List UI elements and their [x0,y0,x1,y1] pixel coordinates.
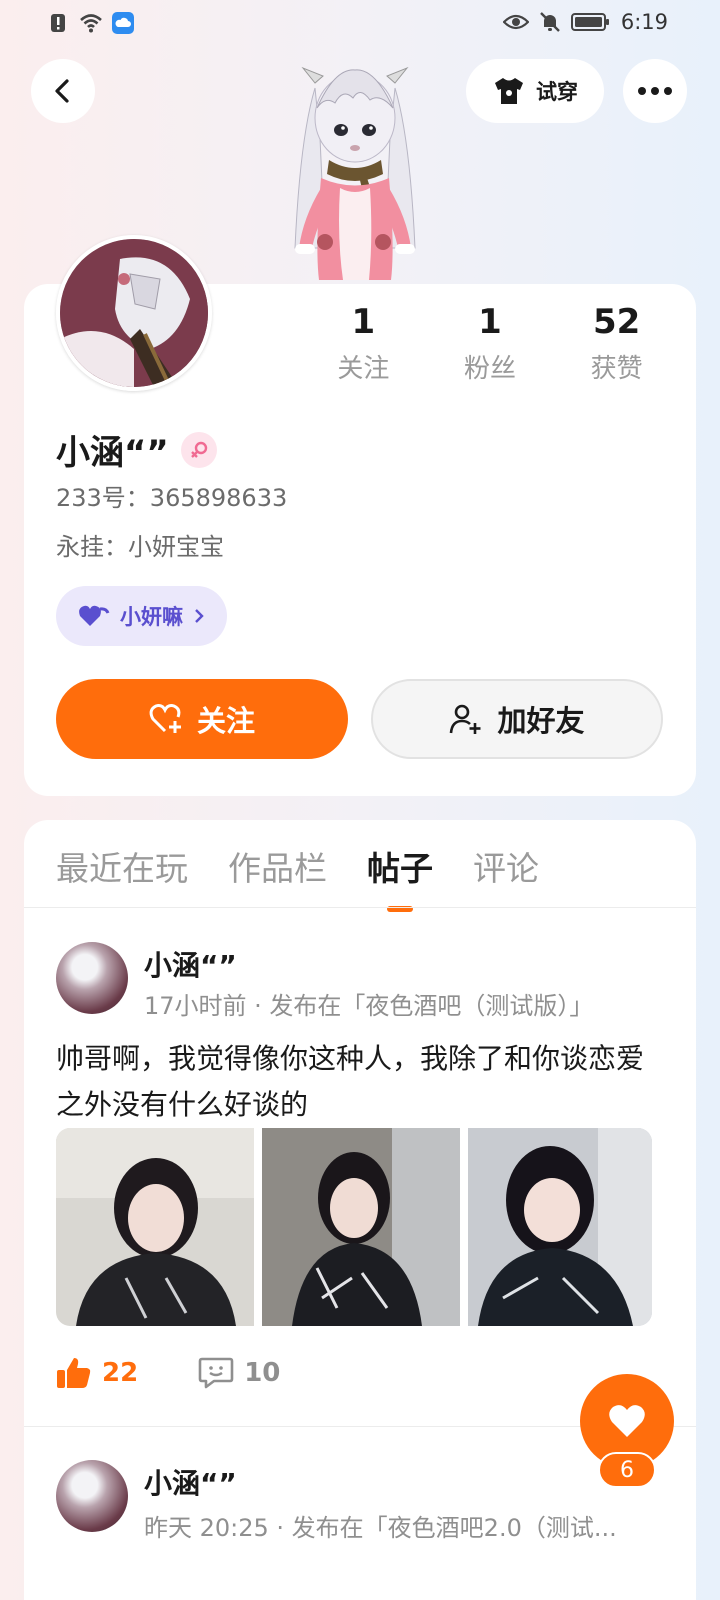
sim-alert-icon [51,14,65,32]
battery-icon [570,13,609,31]
tab-posts[interactable]: 帖子 [367,842,433,912]
post-actions: 22 10 [56,1356,280,1390]
follow-button[interactable]: 关注 [56,679,348,759]
back-button[interactable] [31,59,95,123]
eye-icon [502,14,529,30]
add-friend-label: 加好友 [497,704,585,738]
stat-label: 关注 [337,354,390,384]
stat-value: 1 [351,302,376,342]
more-dots-icon [638,87,672,95]
post-author-name[interactable]: 小涵“” [144,1462,237,1502]
club-pill[interactable]: 小妍嘛 [56,586,227,646]
stat-label: 获赞 [590,354,643,384]
comment-action[interactable]: 10 [198,1356,280,1390]
floating-like-count: 6 [598,1452,656,1488]
post-photos [56,1128,652,1326]
club-label: 小妍嘛 [120,605,183,629]
add-friend-button[interactable]: 加好友 [371,679,663,759]
post-author-name[interactable]: 小涵“” [144,944,237,984]
try-on-label: 试穿 [536,80,578,104]
thumbs-up-icon [57,1358,91,1388]
post-meta: 昨天 20:25 · 发布在「夜色酒吧2.0（测试... [144,1514,617,1542]
name-row: 小涵“” [56,425,217,474]
profile-name: 小涵“” [56,433,169,473]
post-author-avatar[interactable] [56,942,128,1014]
stat-followers[interactable]: 1 粉丝 [427,300,554,385]
post-author-avatar[interactable] [56,1460,128,1532]
cloud-app-icon [112,12,134,34]
stat-likes[interactable]: 52 获赞 [553,300,680,385]
more-button[interactable] [623,59,687,123]
mute-bell-icon [539,12,560,32]
status-left-icons [48,12,134,34]
status-right-icons: 6:19 [502,10,668,34]
wifi-icon [80,14,102,33]
post-photo[interactable] [468,1128,652,1326]
avatar-image [60,239,208,387]
follow-label: 关注 [196,704,255,738]
heart-icon [79,605,110,626]
post-text: 帅哥啊，我觉得像你这种人，我除了和你谈恋爱之外没有什么好谈的 [56,1042,645,1121]
avatar-character[interactable] [285,48,425,284]
tab-comments[interactable]: 评论 [473,842,539,890]
heart-plus-icon [149,704,181,733]
post-meta: 17小时前 · 发布在「夜色酒吧（测试版）」 [144,992,594,1020]
comment-count: 10 [244,1358,281,1388]
user-id-line: 233号：365898633 [56,484,288,512]
chevron-right-icon [195,609,204,623]
like-action[interactable]: 22 [56,1356,138,1390]
heart-icon [609,1405,645,1437]
comment-icon [198,1357,234,1389]
feed-card: 最近在玩 作品栏 帖子 评论 小涵“” 17小时前 · 发布在「夜色酒吧（测试版… [24,820,696,1600]
stat-label: 粉丝 [464,354,517,384]
pinned-line: 永挂：小妍宝宝 [56,533,224,561]
stat-following[interactable]: 1 关注 [300,300,427,385]
post-photo[interactable] [262,1128,460,1326]
female-gender-icon [180,431,217,468]
tab-recently-played[interactable]: 最近在玩 [56,842,188,890]
like-count: 22 [102,1358,139,1388]
tab-divider [24,907,696,908]
profile-tabs: 最近在玩 作品栏 帖子 评论 [56,842,539,912]
add-user-icon [450,704,481,734]
back-arrow-icon [55,79,69,103]
stat-value: 52 [593,302,641,342]
shirt-icon [495,78,523,104]
status-bar: 6:19 [0,0,720,48]
tab-works[interactable]: 作品栏 [228,842,327,890]
tab-posts-label: 帖子 [367,849,433,888]
post-photo[interactable] [56,1128,254,1326]
status-time: 6:19 [620,10,668,34]
post-item[interactable]: 小涵“” 昨天 20:25 · 发布在「夜色酒吧2.0（测试... [56,1456,666,1600]
stat-value: 1 [478,302,502,342]
profile-stats: 1 关注 1 粉丝 52 获赞 [300,300,680,385]
post-item[interactable]: 小涵“” 17小时前 · 发布在「夜色酒吧（测试版）」 帅哥啊，我觉得像你这种人… [56,938,666,1438]
profile-avatar[interactable] [56,235,212,391]
try-on-button[interactable]: 试穿 [466,59,604,123]
